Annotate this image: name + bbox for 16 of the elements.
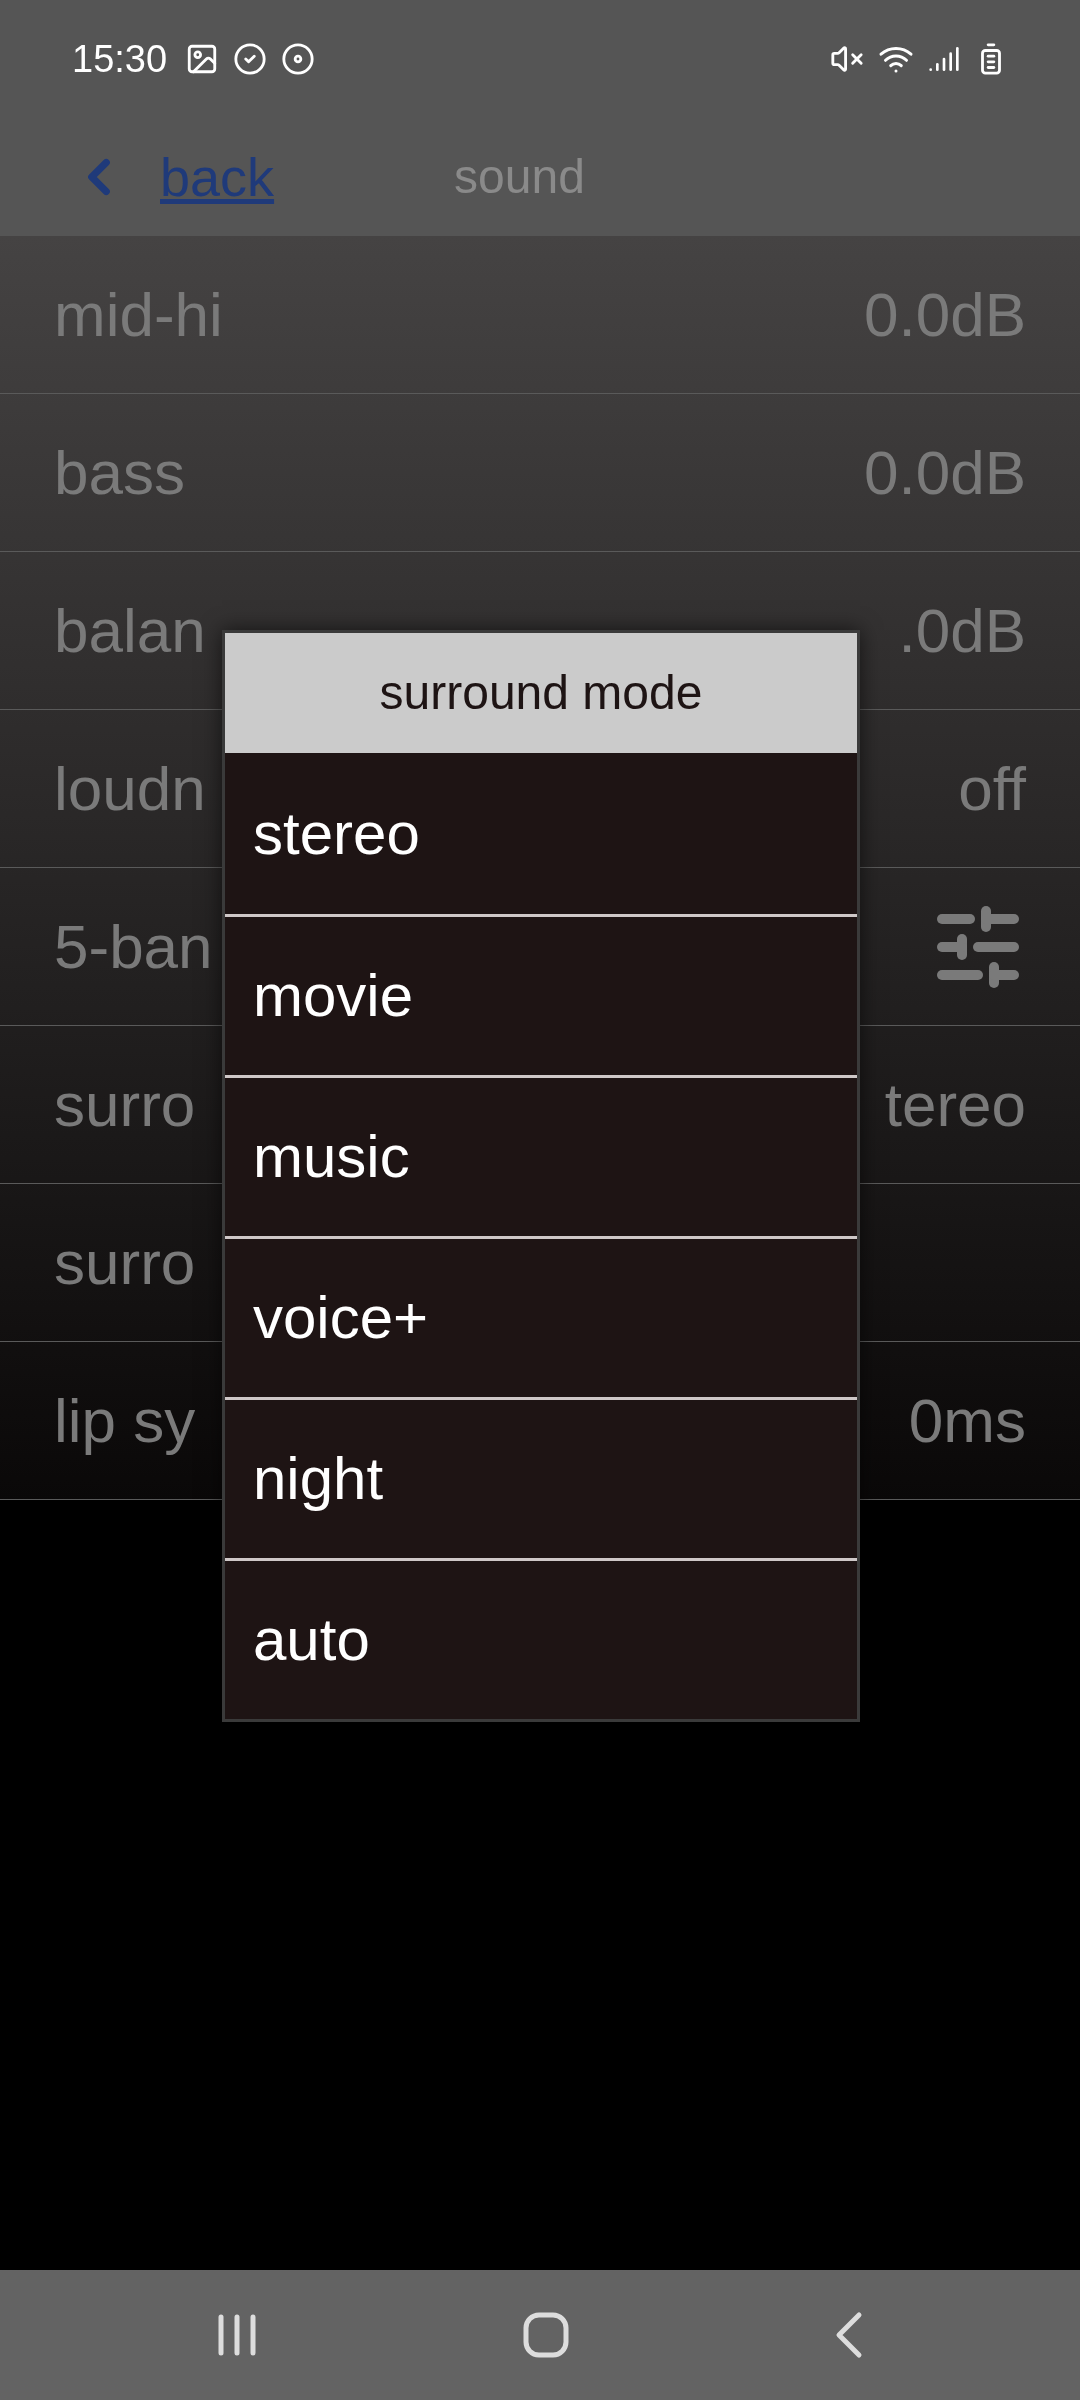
setting-value: 0.0dB: [863, 279, 1026, 351]
setting-label: lip sy: [54, 1385, 196, 1457]
setting-value: tereo: [884, 1069, 1026, 1141]
dialog-title: surround mode: [225, 633, 857, 753]
setting-value: 0ms: [908, 1385, 1026, 1457]
setting-label: surro: [54, 1227, 196, 1299]
setting-label: bass: [54, 437, 185, 509]
setting-label: surro: [54, 1069, 196, 1141]
setting-value: 0.0dB: [863, 437, 1026, 509]
setting-label: mid-hi: [54, 279, 223, 351]
setting-label: balan: [54, 595, 206, 667]
setting-value: off: [958, 753, 1026, 825]
setting-label: loudn: [54, 753, 206, 825]
setting-label: 5-ban: [54, 911, 213, 983]
status-time: 15:30: [72, 36, 168, 82]
setting-value: .0dB: [898, 595, 1026, 667]
